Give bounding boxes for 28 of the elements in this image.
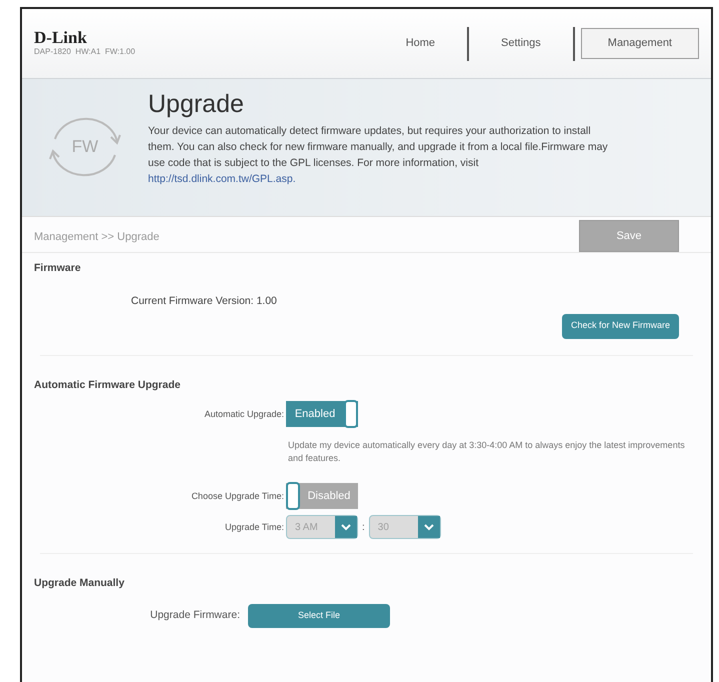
firmware-version: Current Firmware Version: 1.00 — [131, 294, 278, 309]
nav-tab[interactable]: Settings — [475, 29, 567, 58]
nav-tab[interactable]: Home — [380, 29, 462, 58]
dropdown[interactable]: 3 AM — [286, 515, 358, 540]
logo: D-Link — [34, 29, 88, 46]
select-file-button[interactable]: Select File — [248, 604, 390, 628]
description: Your device can automatically detect firmware updates, but requires your authorization to install them. You can also check for new firmware manually, and upgrade it from a local file.Firmware may use code that is subject to the GPL licenses. For more information, visit http://tsd.dlink.com.tw/GPL.asp. — [148, 124, 609, 188]
toggle-switch[interactable]: Enabled — [286, 401, 358, 428]
time-separator: : — [362, 520, 365, 535]
field-label: Upgrade Firmware: — [149, 608, 241, 624]
field-label: Upgrade Time: — [224, 520, 285, 534]
field-label: Automatic Upgrade: — [203, 408, 285, 421]
section-heading: Upgrade Manually — [34, 576, 126, 592]
section-heading: Firmware — [34, 261, 82, 276]
page-title: Upgrade — [148, 89, 245, 120]
toggle-knob — [344, 400, 358, 428]
nav-tab[interactable]: Management — [580, 28, 699, 59]
chevron-down-icon — [335, 516, 357, 538]
breadcrumb: Management >> Upgrade — [34, 230, 160, 245]
toggle-switch[interactable]: Disabled — [286, 483, 358, 510]
gpl-link[interactable]: http://tsd.dlink.com.tw/GPL.asp. — [148, 173, 296, 186]
help-text: Update my device automatically every day at 3:30-4:00 AM to always enjoy the latest improvements and features. — [288, 439, 686, 466]
check-firmware-button[interactable]: Check for New Firmware — [562, 314, 679, 338]
chevron-down-icon — [418, 516, 440, 538]
field-label: Choose Upgrade Time: — [190, 490, 285, 503]
device-info: DAP-1820 HW:A1 FW:1.00 — [34, 46, 136, 58]
toggle-knob — [286, 482, 300, 510]
section-heading: Automatic Firmware Upgrade — [34, 378, 182, 392]
